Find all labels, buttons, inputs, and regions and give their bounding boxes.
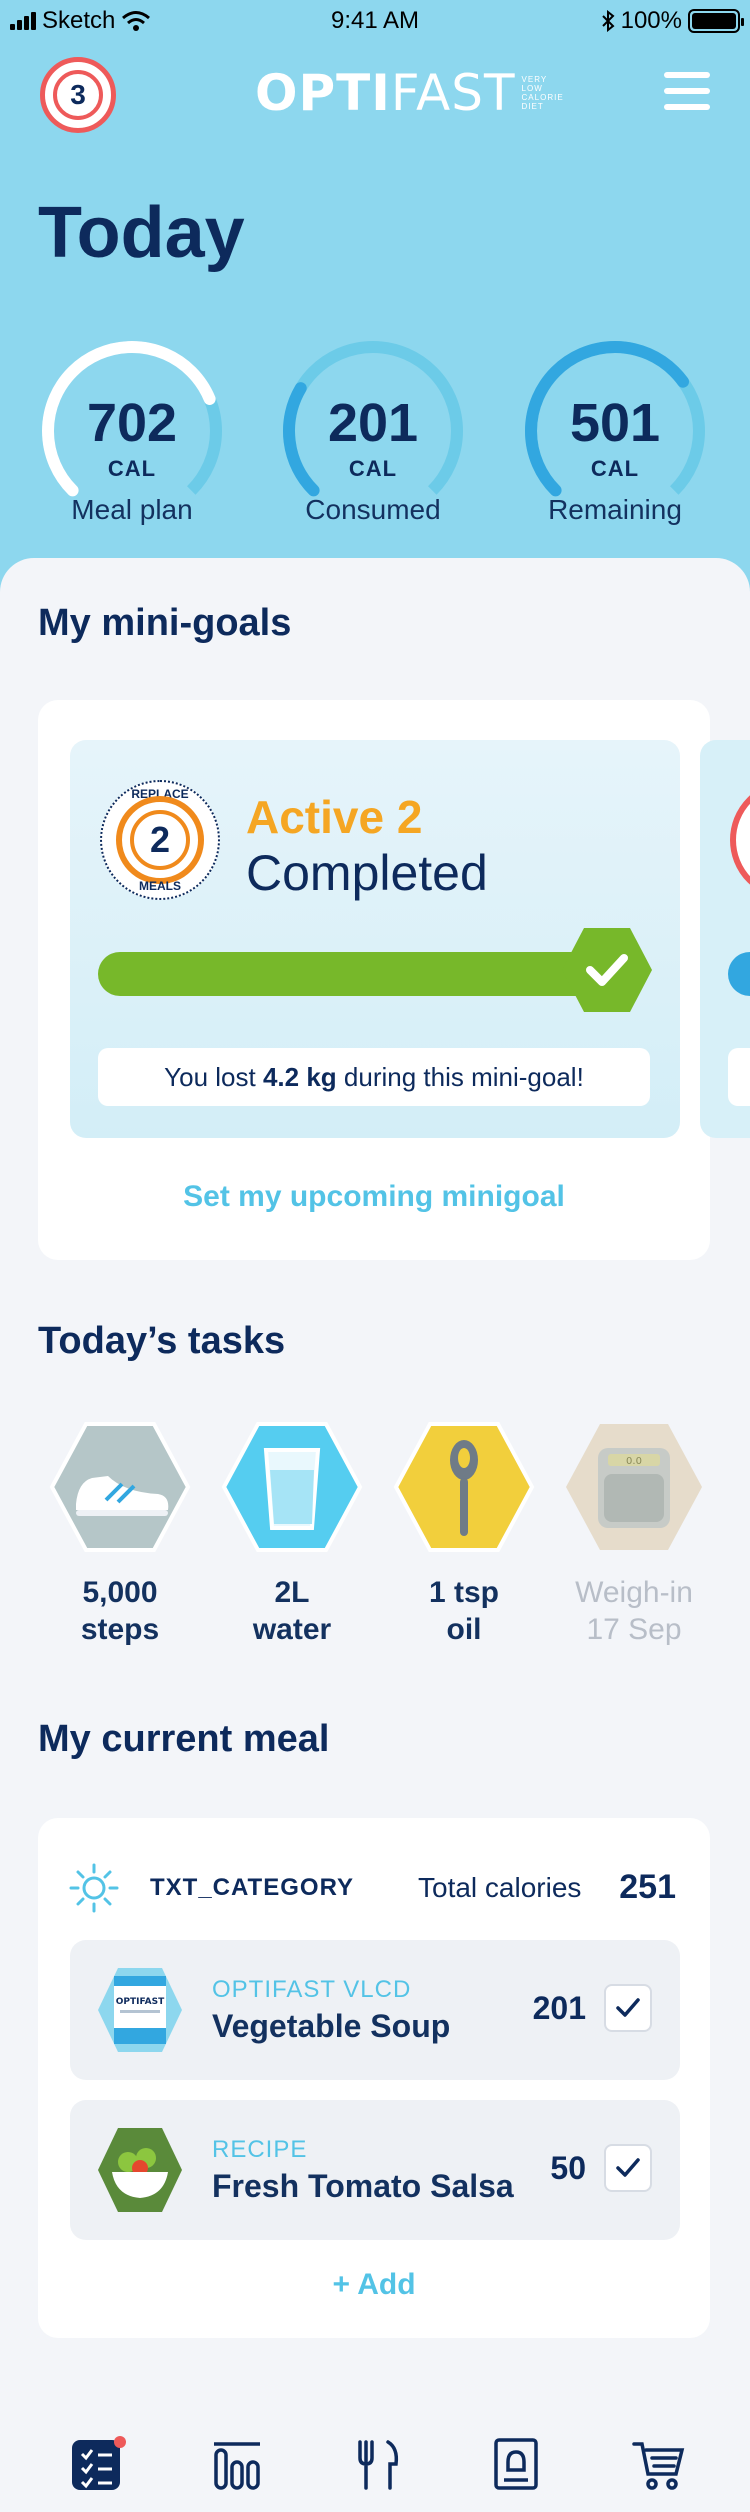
task-water-label: water [252,1613,332,1646]
meal-item-checkbox[interactable] [604,2144,652,2192]
next-minigoal-peek[interactable] [700,740,750,1138]
notification-badge[interactable]: 3 [40,57,116,133]
stats-icon [214,2442,260,2490]
meal-plan-calories: 702 [86,393,178,453]
packet-label: OPTIFAST [116,1997,165,2007]
task-water-value: 2L [274,1576,310,1609]
notification-count: 3 [53,70,103,120]
tasks-icon [72,2436,126,2490]
consumed-label: Consumed [305,494,441,525]
weight-lost-suffix: during this mini-goal! [336,1062,584,1092]
check-icon [616,2158,640,2177]
minigoal-status: Active 2 [246,791,423,843]
consumed-unit: CAL [348,456,398,481]
minigoal-slide[interactable]: REPLACE 2 MEALS Active 2 Completed You l… [70,740,680,1138]
replace-meals-medal-icon: REPLACE 2 MEALS [100,780,220,900]
tab-recipes[interactable] [490,2436,546,2492]
task-steps[interactable]: 5,000 steps [48,1420,192,1648]
status-bar: Sketch 9:41 AM 100% [0,0,750,42]
minigoals-heading: My mini-goals [38,602,292,644]
add-meal-item-button[interactable]: + Add [38,2268,710,2302]
task-steps-value: 5,000 [82,1576,158,1609]
recipes-icon [494,2438,538,2490]
remaining-calories: 501 [569,393,661,453]
task-oil-label: oil [446,1613,482,1646]
salsa-bowl-icon [98,2128,182,2212]
task-oil-value: 1 tsp [428,1576,500,1609]
weight-lost-prefix: You lost [164,1062,263,1092]
logo-tagline-line: CALORIE [521,93,564,102]
meal-item-name: Fresh Tomato Salsa [212,2168,514,2204]
meal-item-checkbox[interactable] [604,1984,652,2032]
battery-icon [688,9,744,33]
tasks-heading: Today’s tasks [38,1320,286,1362]
meal-item[interactable]: RECIPE Fresh Tomato Salsa 50 [70,2100,680,2240]
meal-item-type: OPTIFAST VLCD [212,1976,412,2003]
logo-tagline-line: LOW [521,84,543,93]
meal-category: TXT_CATEGORY [68,1862,354,1914]
tab-progress[interactable] [210,2436,266,2492]
shop-icon [632,2442,685,2490]
hamburger-menu-icon[interactable] [664,72,710,110]
meals-icon [358,2440,399,2490]
remaining-unit: CAL [590,456,640,481]
medal-number: 2 [130,810,190,870]
meal-item-calories: 201 [532,1990,586,2026]
check-icon [616,1998,640,2017]
spoon-icon [393,1422,535,1552]
task-oil[interactable]: 1 tsp oil [392,1420,536,1648]
logo-light-text: FAST [390,64,516,122]
task-weigh-in[interactable]: 0.0 Weigh-in 17 Sep [562,1420,706,1648]
meal-item[interactable]: OPTIFAST OPTIFAST VLCD Vegetable Soup 20… [70,1940,680,2080]
logo-tagline-line: VERY [521,75,548,84]
optifast-logo: OPTIFAST VERY LOW CALORIE DIET [255,64,564,122]
meal-plan-label: Meal plan [71,494,193,525]
task-steps-label: steps [80,1613,160,1646]
bluetooth-icon [601,10,615,32]
meal-item-name: Vegetable Soup [212,2008,451,2044]
task-weigh-in-date: 17 Sep [586,1613,682,1646]
weight-lost-message: You lost 4.2 kg during this mini-goal! [98,1048,650,1106]
scale-icon: 0.0 [566,1424,702,1550]
total-calories-value: 251 [619,1868,676,1906]
remaining-ring: 501 CAL Remaining [520,336,710,526]
shoe-icon [49,1422,191,1552]
minigoal-progress-bar [98,952,618,996]
check-hex-icon [562,928,652,1012]
minigoal-state: Completed [246,845,488,901]
logo-bold-text: OPTI [255,64,391,122]
task-water[interactable]: 2L water [220,1420,364,1648]
consumed-ring: 201 CAL Consumed [278,336,468,526]
logo-tagline: VERY LOW CALORIE DIET [522,75,564,111]
meal-category-name: TXT_CATEGORY [150,1874,355,1901]
tab-meals[interactable] [350,2436,406,2492]
meal-item-type: RECIPE [212,2136,308,2163]
page-title: Today [38,193,245,273]
tab-shop[interactable] [630,2436,686,2492]
medal-bottom-text: MEALS [139,879,181,893]
total-calories-label: Total calories [418,1872,582,1903]
water-glass-icon [221,1422,363,1552]
task-weigh-in-value: Weigh-in [575,1576,693,1609]
battery-percent: 100% [620,7,682,34]
remaining-label: Remaining [548,494,682,525]
meal-item-calories: 50 [550,2150,586,2186]
logo-tagline-line: DIET [521,102,544,111]
set-upcoming-minigoal-link[interactable]: Set my upcoming minigoal [38,1180,710,1214]
meal-plan-ring: 702 CAL Meal plan [37,336,227,526]
meal-plan-unit: CAL [107,456,157,481]
scale-reading: 0.0 [626,1456,642,1467]
consumed-calories: 201 [327,393,419,453]
optifast-packet-icon: OPTIFAST [98,1968,182,2052]
current-meal-heading: My current meal [38,1718,330,1760]
sun-icon [69,1863,119,1913]
weight-lost-amount: 4.2 kg [262,1062,337,1092]
tab-tasks[interactable] [70,2436,126,2492]
